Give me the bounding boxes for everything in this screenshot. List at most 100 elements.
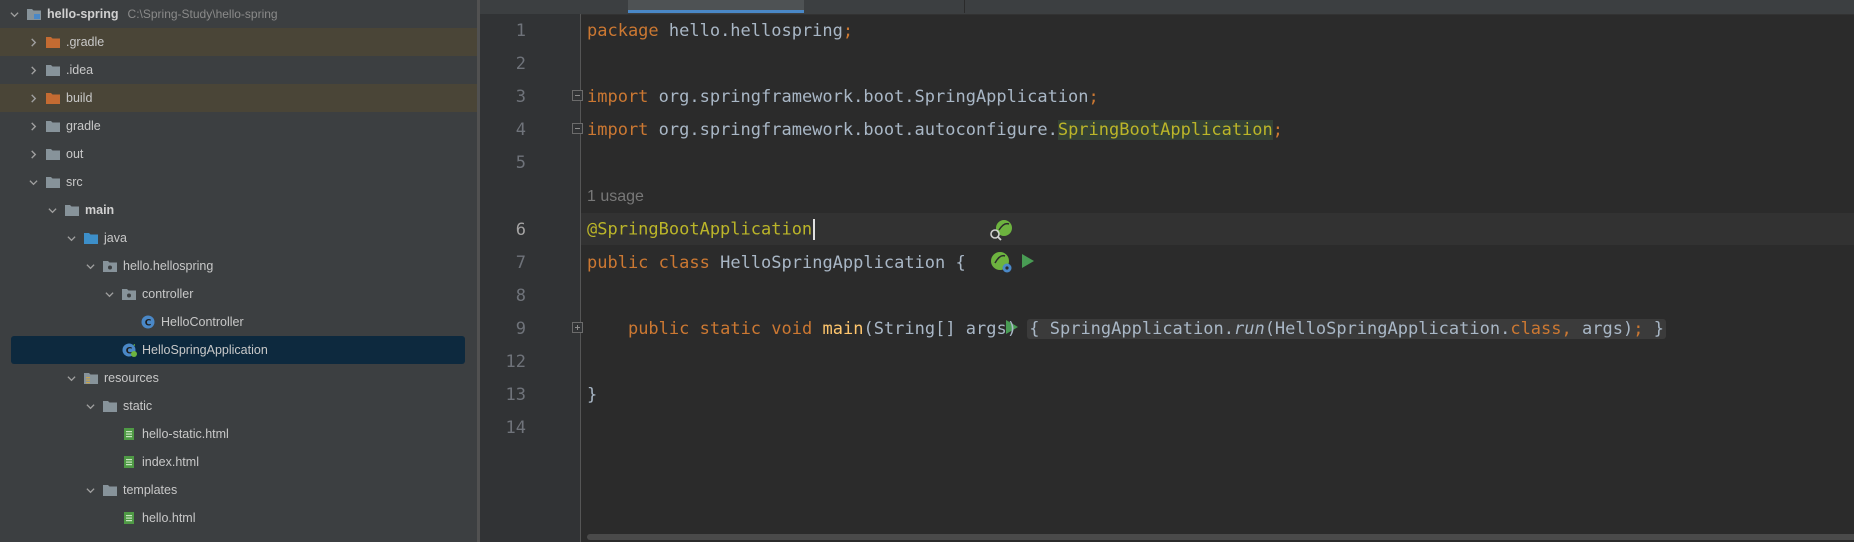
annotation: @SpringBootApplication bbox=[587, 219, 813, 240]
code-line-4[interactable]: import org.springframework.boot.autoconf… bbox=[480, 113, 1854, 146]
chevron-right-icon[interactable] bbox=[27, 63, 39, 77]
folder-icon bbox=[45, 63, 61, 77]
tree-item-label: .idea bbox=[66, 63, 94, 77]
semicolon: ; bbox=[1088, 86, 1099, 107]
editor-tab-strip bbox=[480, 0, 1854, 15]
tree-item-index-html[interactable]: index.html bbox=[0, 448, 477, 476]
tree-item-static[interactable]: static bbox=[0, 392, 477, 420]
code-line-7[interactable]: public class HelloSpringApplication { bbox=[480, 246, 1854, 279]
keyword: import bbox=[587, 86, 649, 107]
tree-item-label: hello.html bbox=[142, 511, 196, 525]
tree-item-out[interactable]: out bbox=[0, 140, 477, 168]
project-tool-window: hello-spring C:\Spring-Study\hello-sprin… bbox=[0, 0, 477, 542]
tree-item-build[interactable]: build bbox=[0, 84, 477, 112]
highlighted-identifier: SpringBootApplication bbox=[1057, 119, 1273, 140]
line-number: 5 bbox=[515, 152, 526, 173]
method-params: (String[] args) bbox=[863, 318, 1017, 339]
resources-folder-icon bbox=[83, 371, 99, 385]
keyword: public bbox=[627, 318, 690, 339]
code-line-3[interactable]: import org.springframework.boot.SpringAp… bbox=[480, 80, 1854, 113]
chevron-down-icon[interactable] bbox=[65, 371, 77, 385]
code-editor[interactable]: 1 2 3 4 5 6 7 8 9 12 13 14 package hello… bbox=[480, 0, 1854, 542]
call-method: run bbox=[1233, 318, 1265, 339]
usage-hint[interactable]: 1 usage bbox=[587, 188, 644, 206]
tree-item-controller[interactable]: controller bbox=[0, 280, 477, 308]
horizontal-scrollbar[interactable] bbox=[587, 534, 1854, 540]
editor-tab[interactable] bbox=[480, 0, 629, 13]
line-number: 14 bbox=[505, 417, 526, 438]
chevron-down-icon[interactable] bbox=[103, 287, 115, 301]
keyword: import bbox=[587, 119, 649, 140]
package-icon bbox=[102, 259, 118, 273]
tree-item-label: HelloSpringApplication bbox=[142, 343, 268, 357]
tree-item-hello-static-html[interactable]: hello-static.html bbox=[0, 420, 477, 448]
call-args: (HelloSpringApplication. bbox=[1264, 318, 1511, 339]
tree-item-hello-hellospring[interactable]: hello.hellospring bbox=[0, 252, 477, 280]
tree-item-label: src bbox=[66, 175, 83, 189]
tree-item-label: static bbox=[123, 399, 153, 413]
folder-orange-icon bbox=[45, 35, 61, 49]
tree-item-label: index.html bbox=[142, 455, 199, 469]
tree-item-label: java bbox=[104, 231, 127, 245]
code-line-6[interactable]: @SpringBootApplication bbox=[480, 213, 1854, 246]
chevron-down-icon[interactable] bbox=[46, 203, 58, 217]
chevron-down-icon[interactable] bbox=[84, 483, 96, 497]
tree-item-gradle[interactable]: gradle bbox=[0, 112, 477, 140]
ide-window: hello-spring C:\Spring-Study\hello-sprin… bbox=[0, 0, 1854, 542]
line-number: 8 bbox=[515, 285, 526, 306]
folder-blue-icon bbox=[83, 231, 99, 245]
module-folder-icon bbox=[26, 7, 42, 21]
brace: { bbox=[1029, 318, 1040, 339]
chevron-down-icon[interactable] bbox=[8, 7, 20, 21]
semicolon: ; bbox=[842, 20, 854, 41]
folder-orange-icon bbox=[45, 91, 61, 105]
text-caret bbox=[813, 219, 816, 240]
code-line-13[interactable]: } bbox=[480, 378, 1854, 411]
keyword: package bbox=[587, 20, 659, 41]
tree-item-main[interactable]: main bbox=[0, 196, 477, 224]
keyword: void bbox=[771, 318, 813, 339]
html-file-icon bbox=[121, 427, 137, 441]
tree-item-templates[interactable]: templates bbox=[0, 476, 477, 504]
tree-item-java[interactable]: java bbox=[0, 224, 477, 252]
tree-item-label: gradle bbox=[66, 119, 101, 133]
usage-inlay-hint[interactable]: 1 usage bbox=[480, 180, 1854, 213]
folded-method-body[interactable]: { SpringApplication.run(HelloSpringAppli… bbox=[1027, 318, 1666, 339]
class-icon: C bbox=[140, 315, 156, 329]
code-line-1[interactable]: package hello.hellospring; bbox=[480, 14, 1854, 47]
tree-item-gradle[interactable]: .gradle bbox=[0, 28, 477, 56]
call-class: SpringApplication. bbox=[1049, 318, 1234, 339]
chevron-right-icon[interactable] bbox=[27, 119, 39, 133]
chevron-right-icon[interactable] bbox=[27, 35, 39, 49]
tree-item-resources[interactable]: resources bbox=[0, 364, 477, 392]
code-line-9[interactable]: public static void main(String[] args) {… bbox=[480, 312, 1854, 345]
comma: , bbox=[1561, 318, 1572, 339]
tree-item-label: build bbox=[66, 91, 93, 105]
html-file-icon bbox=[121, 455, 137, 469]
chevron-down-icon[interactable] bbox=[84, 259, 96, 273]
tree-item-hellospringapplication[interactable]: C HelloSpringApplication bbox=[11, 336, 465, 364]
editor-tab-active[interactable] bbox=[628, 0, 804, 13]
call-args: args) bbox=[1571, 318, 1634, 339]
folder-icon bbox=[102, 483, 118, 497]
tree-item-src[interactable]: src bbox=[0, 168, 477, 196]
keyword: class bbox=[658, 252, 710, 273]
chevron-down-icon[interactable] bbox=[84, 399, 96, 413]
tree-item-label: controller bbox=[142, 287, 194, 301]
keyword: public bbox=[587, 252, 649, 273]
chevron-right-icon[interactable] bbox=[27, 147, 39, 161]
tree-item-label: .gradle bbox=[66, 35, 105, 49]
tree-item-hellocontroller[interactable]: C HelloController bbox=[0, 308, 477, 336]
tree-item-idea[interactable]: .idea bbox=[0, 56, 477, 84]
spring-class-icon: C bbox=[121, 343, 137, 357]
chevron-right-icon[interactable] bbox=[27, 91, 39, 105]
tree-item-label: out bbox=[66, 147, 84, 161]
semicolon: ; bbox=[1633, 318, 1644, 339]
editor-tab[interactable] bbox=[804, 0, 965, 13]
tree-root-hello-spring[interactable]: hello-spring C:\Spring-Study\hello-sprin… bbox=[0, 0, 477, 28]
chevron-down-icon[interactable] bbox=[65, 231, 77, 245]
tree-item-hello-html[interactable]: hello.html bbox=[0, 504, 477, 532]
chevron-down-icon[interactable] bbox=[27, 175, 39, 189]
